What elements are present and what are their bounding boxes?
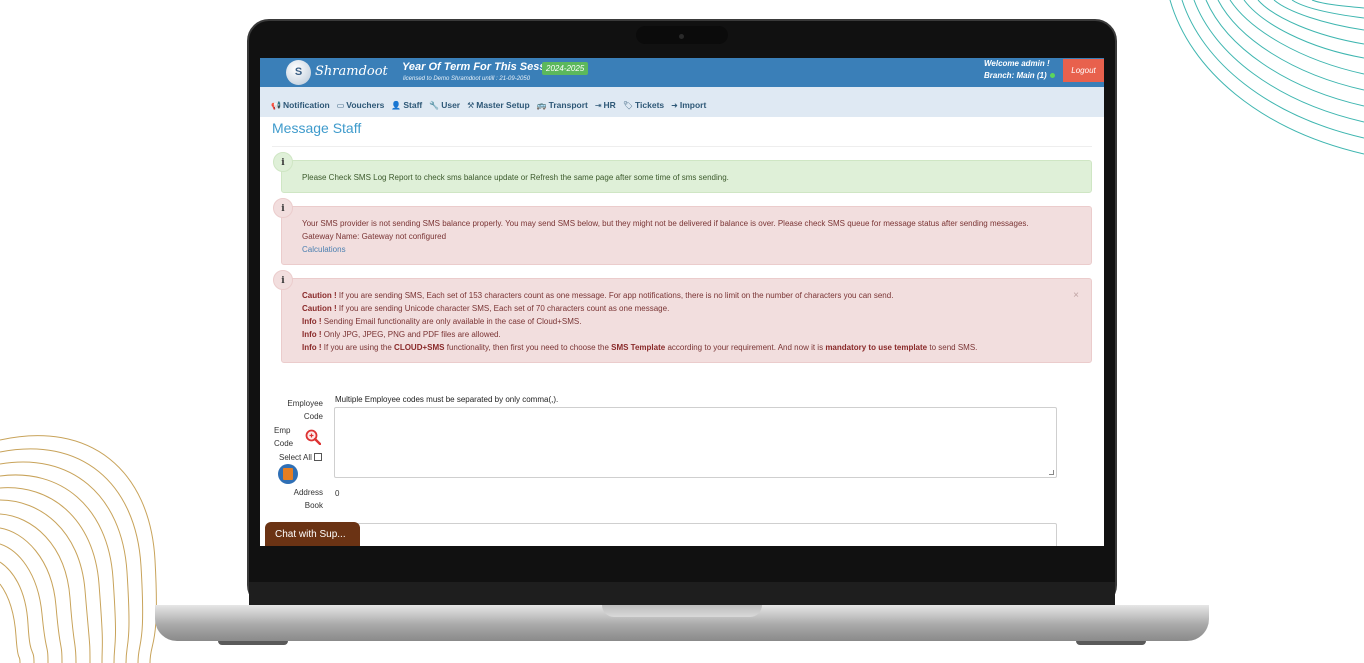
sms-provider-alert: Your SMS provider is not sending SMS bal… bbox=[281, 206, 1092, 265]
menu-notification[interactable]: 📢 Notification bbox=[271, 100, 330, 110]
tag-icon: 🏷 bbox=[622, 100, 633, 110]
logo-text[interactable]: Shramdoot bbox=[315, 64, 388, 79]
logout-button[interactable]: Logout bbox=[1063, 59, 1104, 82]
select-all-checkbox[interactable] bbox=[314, 453, 322, 461]
main-menu-bar: 📢 Notification ▭ Vouchers 👤 Staff 🔧 User ⚒ Ma… bbox=[260, 87, 1104, 117]
session-badge: 2024-2025 bbox=[542, 62, 589, 75]
gavel-icon: ⚒ bbox=[467, 100, 475, 110]
app-screen: S Shramdoot Year Of Term For This Sessio… bbox=[260, 58, 1104, 546]
menu-transport[interactable]: 🚌 Transport bbox=[537, 100, 588, 110]
caution-line-1: Caution ! If you are sending SMS, Each s… bbox=[302, 291, 894, 300]
menu-hr[interactable]: ⇥ HR bbox=[595, 100, 616, 110]
branch-label: Branch: Main (1) bbox=[984, 71, 1047, 80]
employee-codes-input[interactable] bbox=[334, 407, 1057, 478]
menu-master-setup[interactable]: ⚒ Master Setup bbox=[467, 100, 530, 110]
info-icon: i bbox=[273, 198, 293, 218]
info-line-1: Info ! Sending Email functionality are o… bbox=[302, 317, 582, 326]
menu-staff[interactable]: 👤 Staff bbox=[391, 100, 422, 110]
close-alert-button[interactable]: × bbox=[1073, 289, 1079, 302]
menu-tickets[interactable]: 🏷 Tickets bbox=[623, 100, 664, 110]
user-icon: 👤 bbox=[391, 100, 402, 110]
emp-code-label: Emp Code bbox=[274, 426, 294, 448]
search-employee-icon[interactable] bbox=[305, 429, 321, 445]
info-icon: i bbox=[273, 270, 293, 290]
money-icon: ▭ bbox=[336, 100, 345, 110]
info-line-2: Info ! Only JPG, JPEG, PNG and PDF files… bbox=[302, 330, 501, 339]
laptop-foot-right bbox=[1076, 641, 1146, 645]
camera-lens bbox=[679, 34, 684, 39]
sms-log-alert: Please Check SMS Log Report to check sms… bbox=[281, 160, 1092, 193]
top-header: S Shramdoot Year Of Term For This Sessio… bbox=[260, 58, 1104, 87]
arrow-right-icon: ➜ bbox=[671, 100, 678, 110]
welcome-text: Welcome admin ! bbox=[984, 59, 1050, 68]
employee-count: 0 bbox=[335, 489, 340, 498]
wrench-icon: 🔧 bbox=[429, 100, 440, 110]
title-divider bbox=[272, 146, 1092, 147]
employee-code-label: Employee Code bbox=[287, 399, 323, 421]
logo-icon[interactable]: S bbox=[286, 60, 311, 85]
laptop-base-notch bbox=[602, 605, 762, 617]
bullhorn-icon: 📢 bbox=[271, 100, 281, 110]
sms-log-text: Please Check SMS Log Report to check sms… bbox=[302, 173, 729, 182]
menu-vouchers[interactable]: ▭ Vouchers bbox=[337, 100, 385, 110]
license-text: licensed to Demo Shramdoot untill : 21-0… bbox=[403, 76, 531, 82]
address-book-icon[interactable] bbox=[278, 464, 298, 484]
address-book-label[interactable]: Address Book bbox=[282, 486, 323, 512]
laptop-chin bbox=[249, 582, 1115, 605]
branch-text[interactable]: Branch: Main (1) bbox=[984, 71, 1055, 80]
info-icon: i bbox=[273, 152, 293, 172]
resize-handle-icon[interactable] bbox=[1049, 470, 1054, 475]
main-menu: 📢 Notification ▭ Vouchers 👤 Staff 🔧 User ⚒ Ma… bbox=[271, 100, 706, 110]
bus-icon: 🚌 bbox=[536, 100, 547, 110]
menu-import[interactable]: ➜ Import bbox=[671, 100, 706, 110]
employee-codes-hint: Multiple Employee codes must be separate… bbox=[335, 395, 559, 404]
laptop-foot-left bbox=[218, 641, 288, 645]
online-status-icon bbox=[1049, 73, 1055, 79]
message-input[interactable] bbox=[334, 523, 1057, 546]
info-line-3: Info ! If you are using the CLOUD+SMS fu… bbox=[302, 343, 978, 352]
calculations-link[interactable]: Calculations bbox=[302, 243, 346, 256]
sms-provider-text: Your SMS provider is not sending SMS bal… bbox=[302, 219, 1029, 228]
caution-line-2: Caution ! If you are sending Unicode cha… bbox=[302, 304, 670, 313]
menu-user[interactable]: 🔧 User bbox=[429, 100, 460, 110]
page-title: Message Staff bbox=[272, 120, 362, 136]
caution-alert: Caution ! If you are sending SMS, Each s… bbox=[281, 278, 1092, 363]
gateway-name-text: Gateway Name: Gateway not configured bbox=[302, 232, 447, 241]
chat-support-button[interactable]: Chat with Sup... bbox=[265, 522, 360, 546]
sign-in-icon: ⇥ bbox=[594, 100, 602, 110]
